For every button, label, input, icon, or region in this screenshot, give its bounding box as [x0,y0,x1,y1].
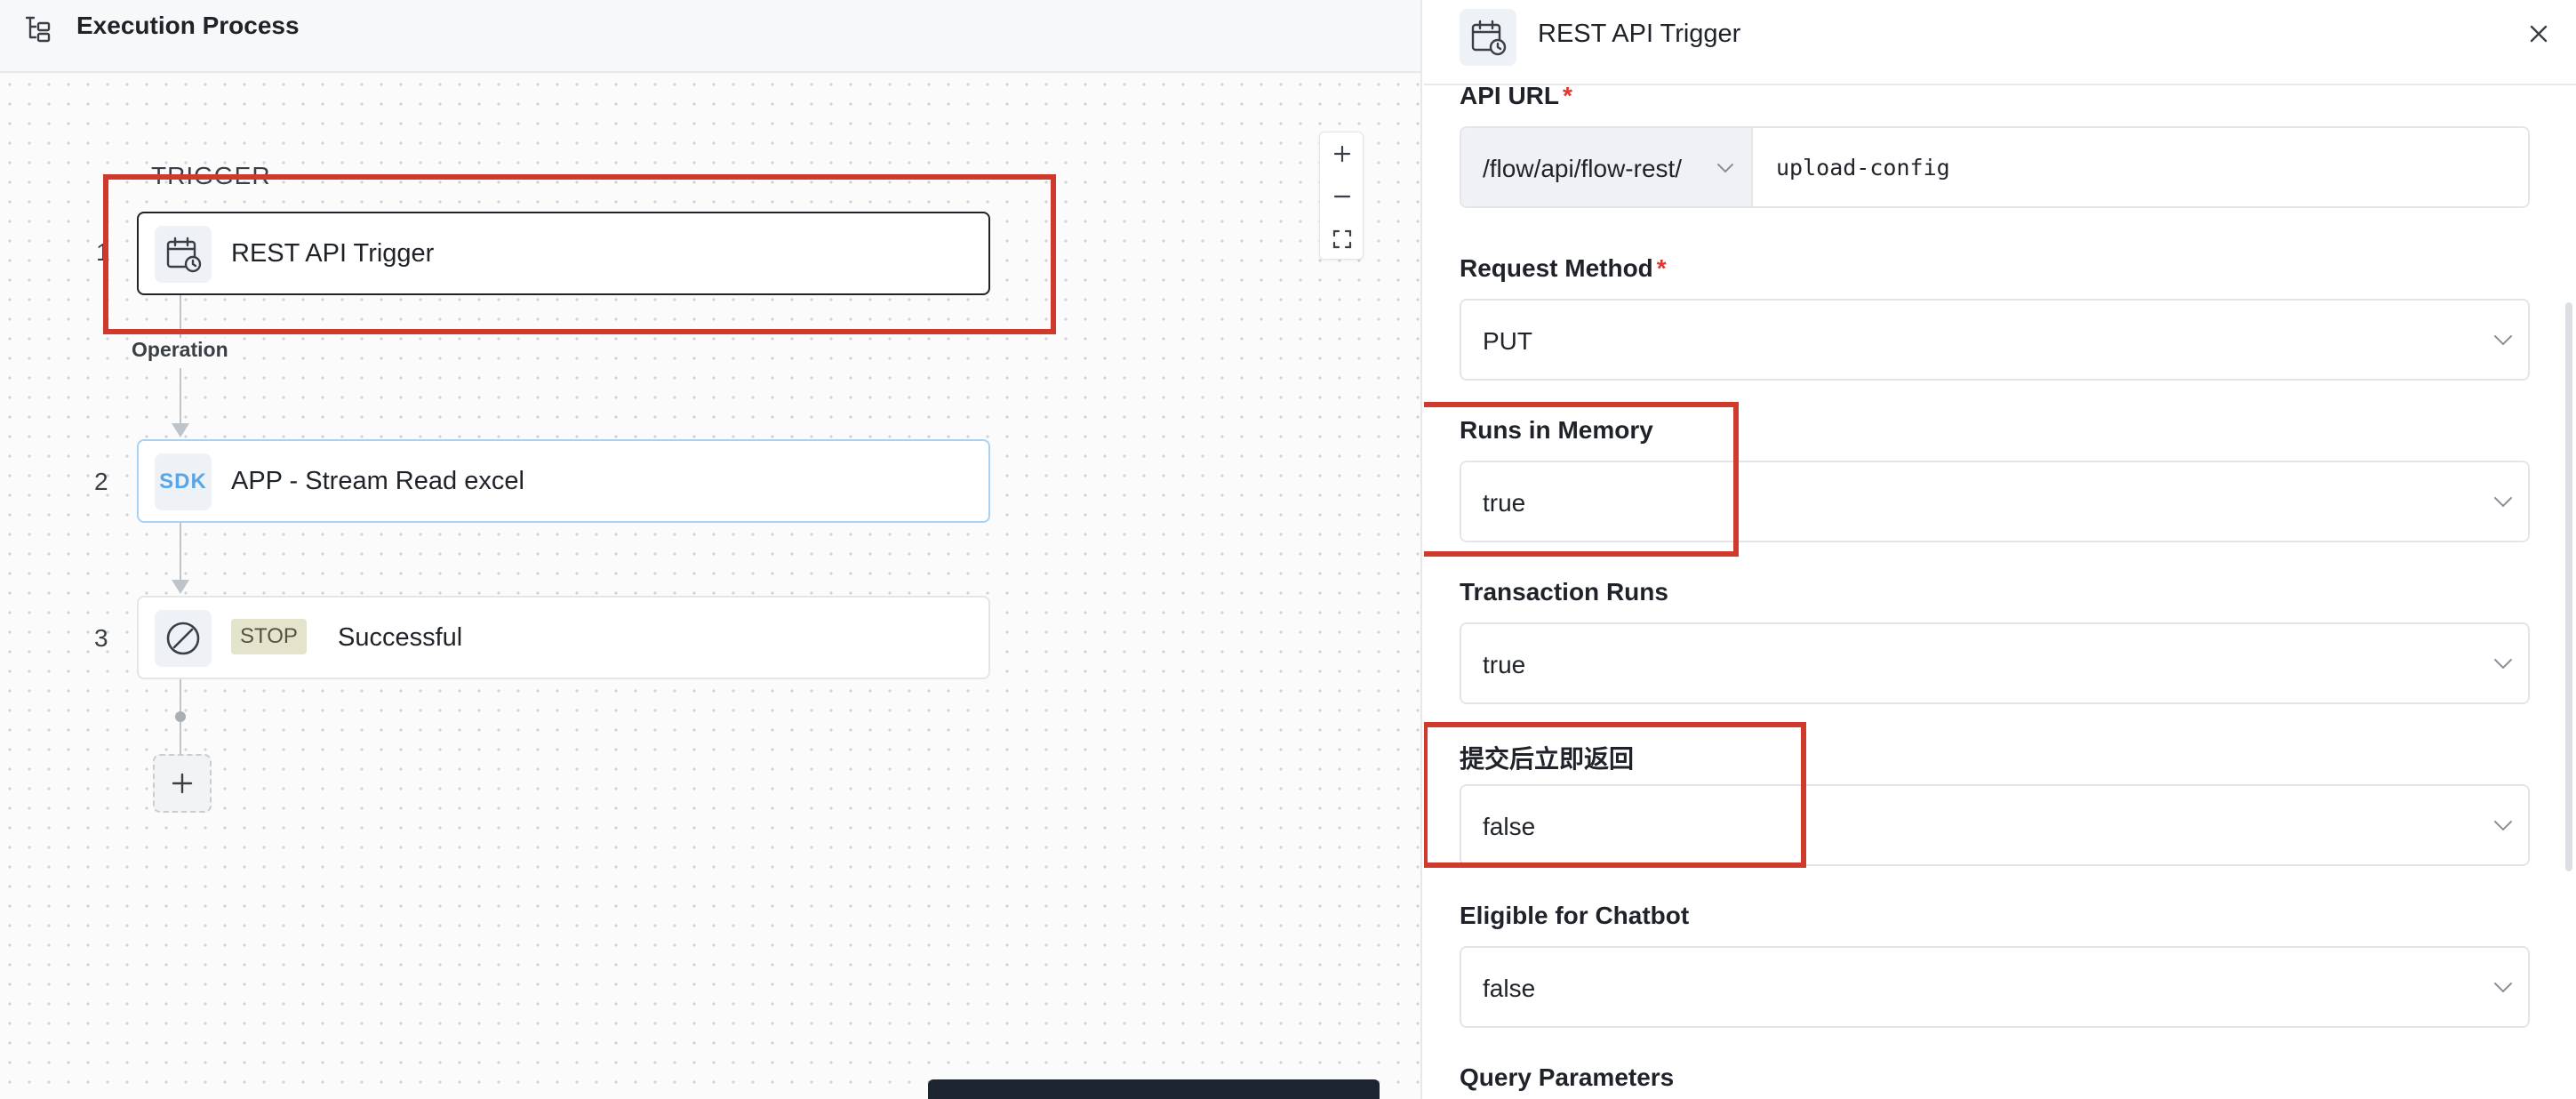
request-method-select[interactable]: PUT [1460,299,2530,381]
flow-tree-icon[interactable] [21,12,53,44]
node-label: APP - Stream Read excel [231,466,524,495]
trigger-section-label: TRIGGER [151,162,271,189]
chevron-down-icon [2494,335,2512,346]
chevron-down-icon [2494,983,2512,993]
calendar-clock-icon [1460,9,1516,66]
step-number: 3 [94,624,108,652]
node-label: REST API Trigger [231,238,435,268]
fit-view-button[interactable] [1320,218,1364,261]
panel-title: REST API Trigger [1538,20,1741,48]
api-url-prefix-select[interactable]: /flow/api/flow-rest/ [1461,128,1753,206]
step-number: 2 [94,468,108,495]
flow-node-rest-api-trigger[interactable]: REST API Trigger [137,212,990,295]
canvas-header: Execution Process [0,0,1420,73]
connector-end-dot [175,711,186,722]
api-url-field: /flow/api/flow-rest/ [1460,126,2530,208]
return-immediately-label: 提交后立即返回 [1460,745,1635,773]
chevron-down-icon [2494,821,2512,831]
calendar-clock-icon [155,226,212,283]
stop-circle-icon [155,610,212,667]
flow-node-stream-read-excel[interactable]: SDK APP - Stream Read excel [137,439,990,523]
plus-icon [1333,145,1351,163]
bottom-toolbar[interactable] [928,1079,1380,1099]
node-config-panel: REST API Trigger API URL * /flow/api/flow… [1424,0,2576,1099]
api-url-label: API URL * [1460,82,1572,109]
connector-line [180,523,181,582]
chevron-down-icon [2494,497,2512,508]
chevron-down-icon [1717,164,1733,173]
plus-icon [172,773,193,794]
add-step-button[interactable] [153,754,212,813]
connector-line [180,722,181,754]
transaction-runs-label: Transaction Runs [1460,578,1668,606]
minus-icon [1333,195,1351,198]
panel-scrollbar[interactable] [2565,302,2572,871]
close-button[interactable] [2523,18,2555,50]
connector-line [180,295,181,338]
connector-arrow [172,423,189,437]
eligible-chatbot-label: Eligible for Chatbot [1460,902,1690,929]
fit-screen-icon [1332,229,1352,249]
page-title: Execution Process [76,12,300,39]
zoom-controls [1319,132,1364,260]
connector-line [180,368,181,427]
flow-canvas-pane: Execution Process TRIGGER 1 2 3 REST API… [0,0,1422,1099]
request-method-label: Request Method * [1460,254,1667,282]
eligible-chatbot-select[interactable]: false [1460,946,2530,1028]
stop-tag: STOP [231,619,307,654]
step-number: 1 [96,238,110,266]
panel-header: REST API Trigger [1424,0,2576,85]
return-immediately-select[interactable]: false [1460,784,2530,866]
node-label: Successful [338,622,463,652]
close-icon [2530,25,2548,43]
runs-in-memory-label: Runs in Memory [1460,416,1653,444]
runs-in-memory-select[interactable]: true [1460,461,2530,542]
transaction-runs-select[interactable]: true [1460,622,2530,704]
connector-line [180,679,181,715]
connector-arrow [172,580,189,594]
connector-label: Operation [130,338,230,362]
flow-node-stop-successful[interactable]: STOP Successful [137,596,990,679]
chevron-down-icon [2494,659,2512,670]
api-url-input[interactable] [1755,128,2528,206]
zoom-in-button[interactable] [1320,132,1364,175]
sdk-icon: SDK [155,453,212,510]
zoom-out-button[interactable] [1320,175,1364,218]
query-parameters-label: Query Parameters [1460,1063,1675,1091]
